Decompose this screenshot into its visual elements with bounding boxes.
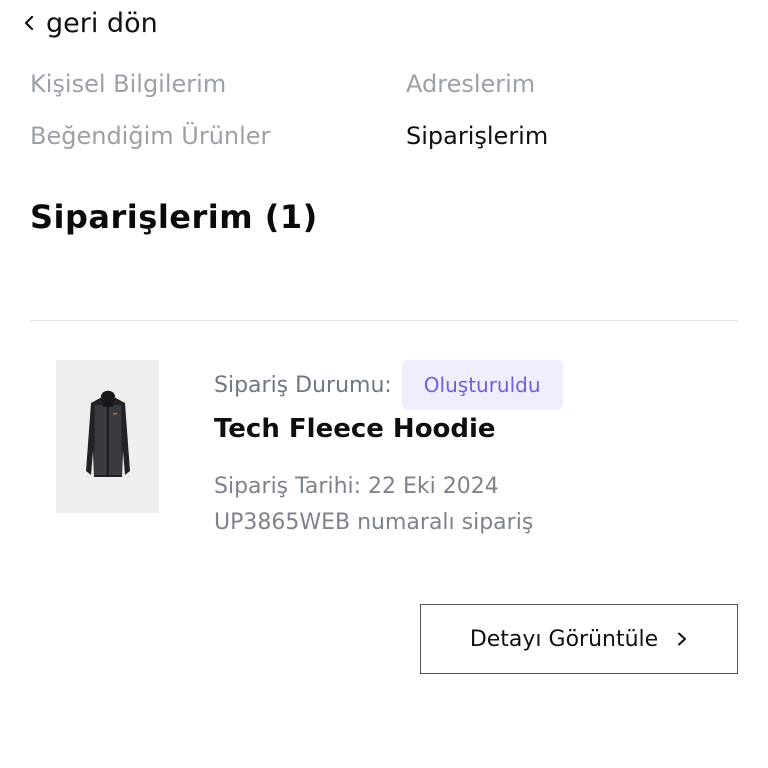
back-link-label: geri dön	[46, 7, 158, 39]
page-title: Siparişlerim (1)	[30, 198, 318, 236]
back-link[interactable]: geri dön	[22, 4, 158, 42]
nav-item-personal-info[interactable]: Kişisel Bilgilerim	[30, 70, 226, 98]
order-status-label: Sipariş Durumu:	[214, 372, 392, 398]
account-nav: Kişisel Bilgilerim Adreslerim Beğendiğim…	[30, 64, 740, 172]
view-details-button[interactable]: Detayı Görüntüle	[420, 604, 738, 674]
hoodie-product-image	[85, 390, 130, 477]
view-details-label: Detayı Görüntüle	[469, 626, 659, 652]
product-name[interactable]: Tech Fleece Hoodie	[214, 414, 496, 444]
nav-item-favorites[interactable]: Beğendiğim Ürünler	[30, 122, 270, 150]
chevron-left-icon	[24, 16, 34, 30]
order-status-row: Sipariş Durumu: Oluşturuldu	[214, 360, 563, 410]
status-badge: Oluşturuldu	[401, 360, 563, 410]
nav-item-orders[interactable]: Siparişlerim	[406, 122, 548, 150]
divider	[30, 320, 738, 321]
nav-item-addresses[interactable]: Adreslerim	[406, 70, 535, 98]
order-date: Sipariş Tarihi: 22 Eki 2024	[214, 474, 499, 499]
product-image[interactable]	[56, 360, 159, 513]
chevron-right-icon	[678, 632, 687, 646]
order-number: UP3865WEB numaralı sipariş	[214, 510, 534, 535]
